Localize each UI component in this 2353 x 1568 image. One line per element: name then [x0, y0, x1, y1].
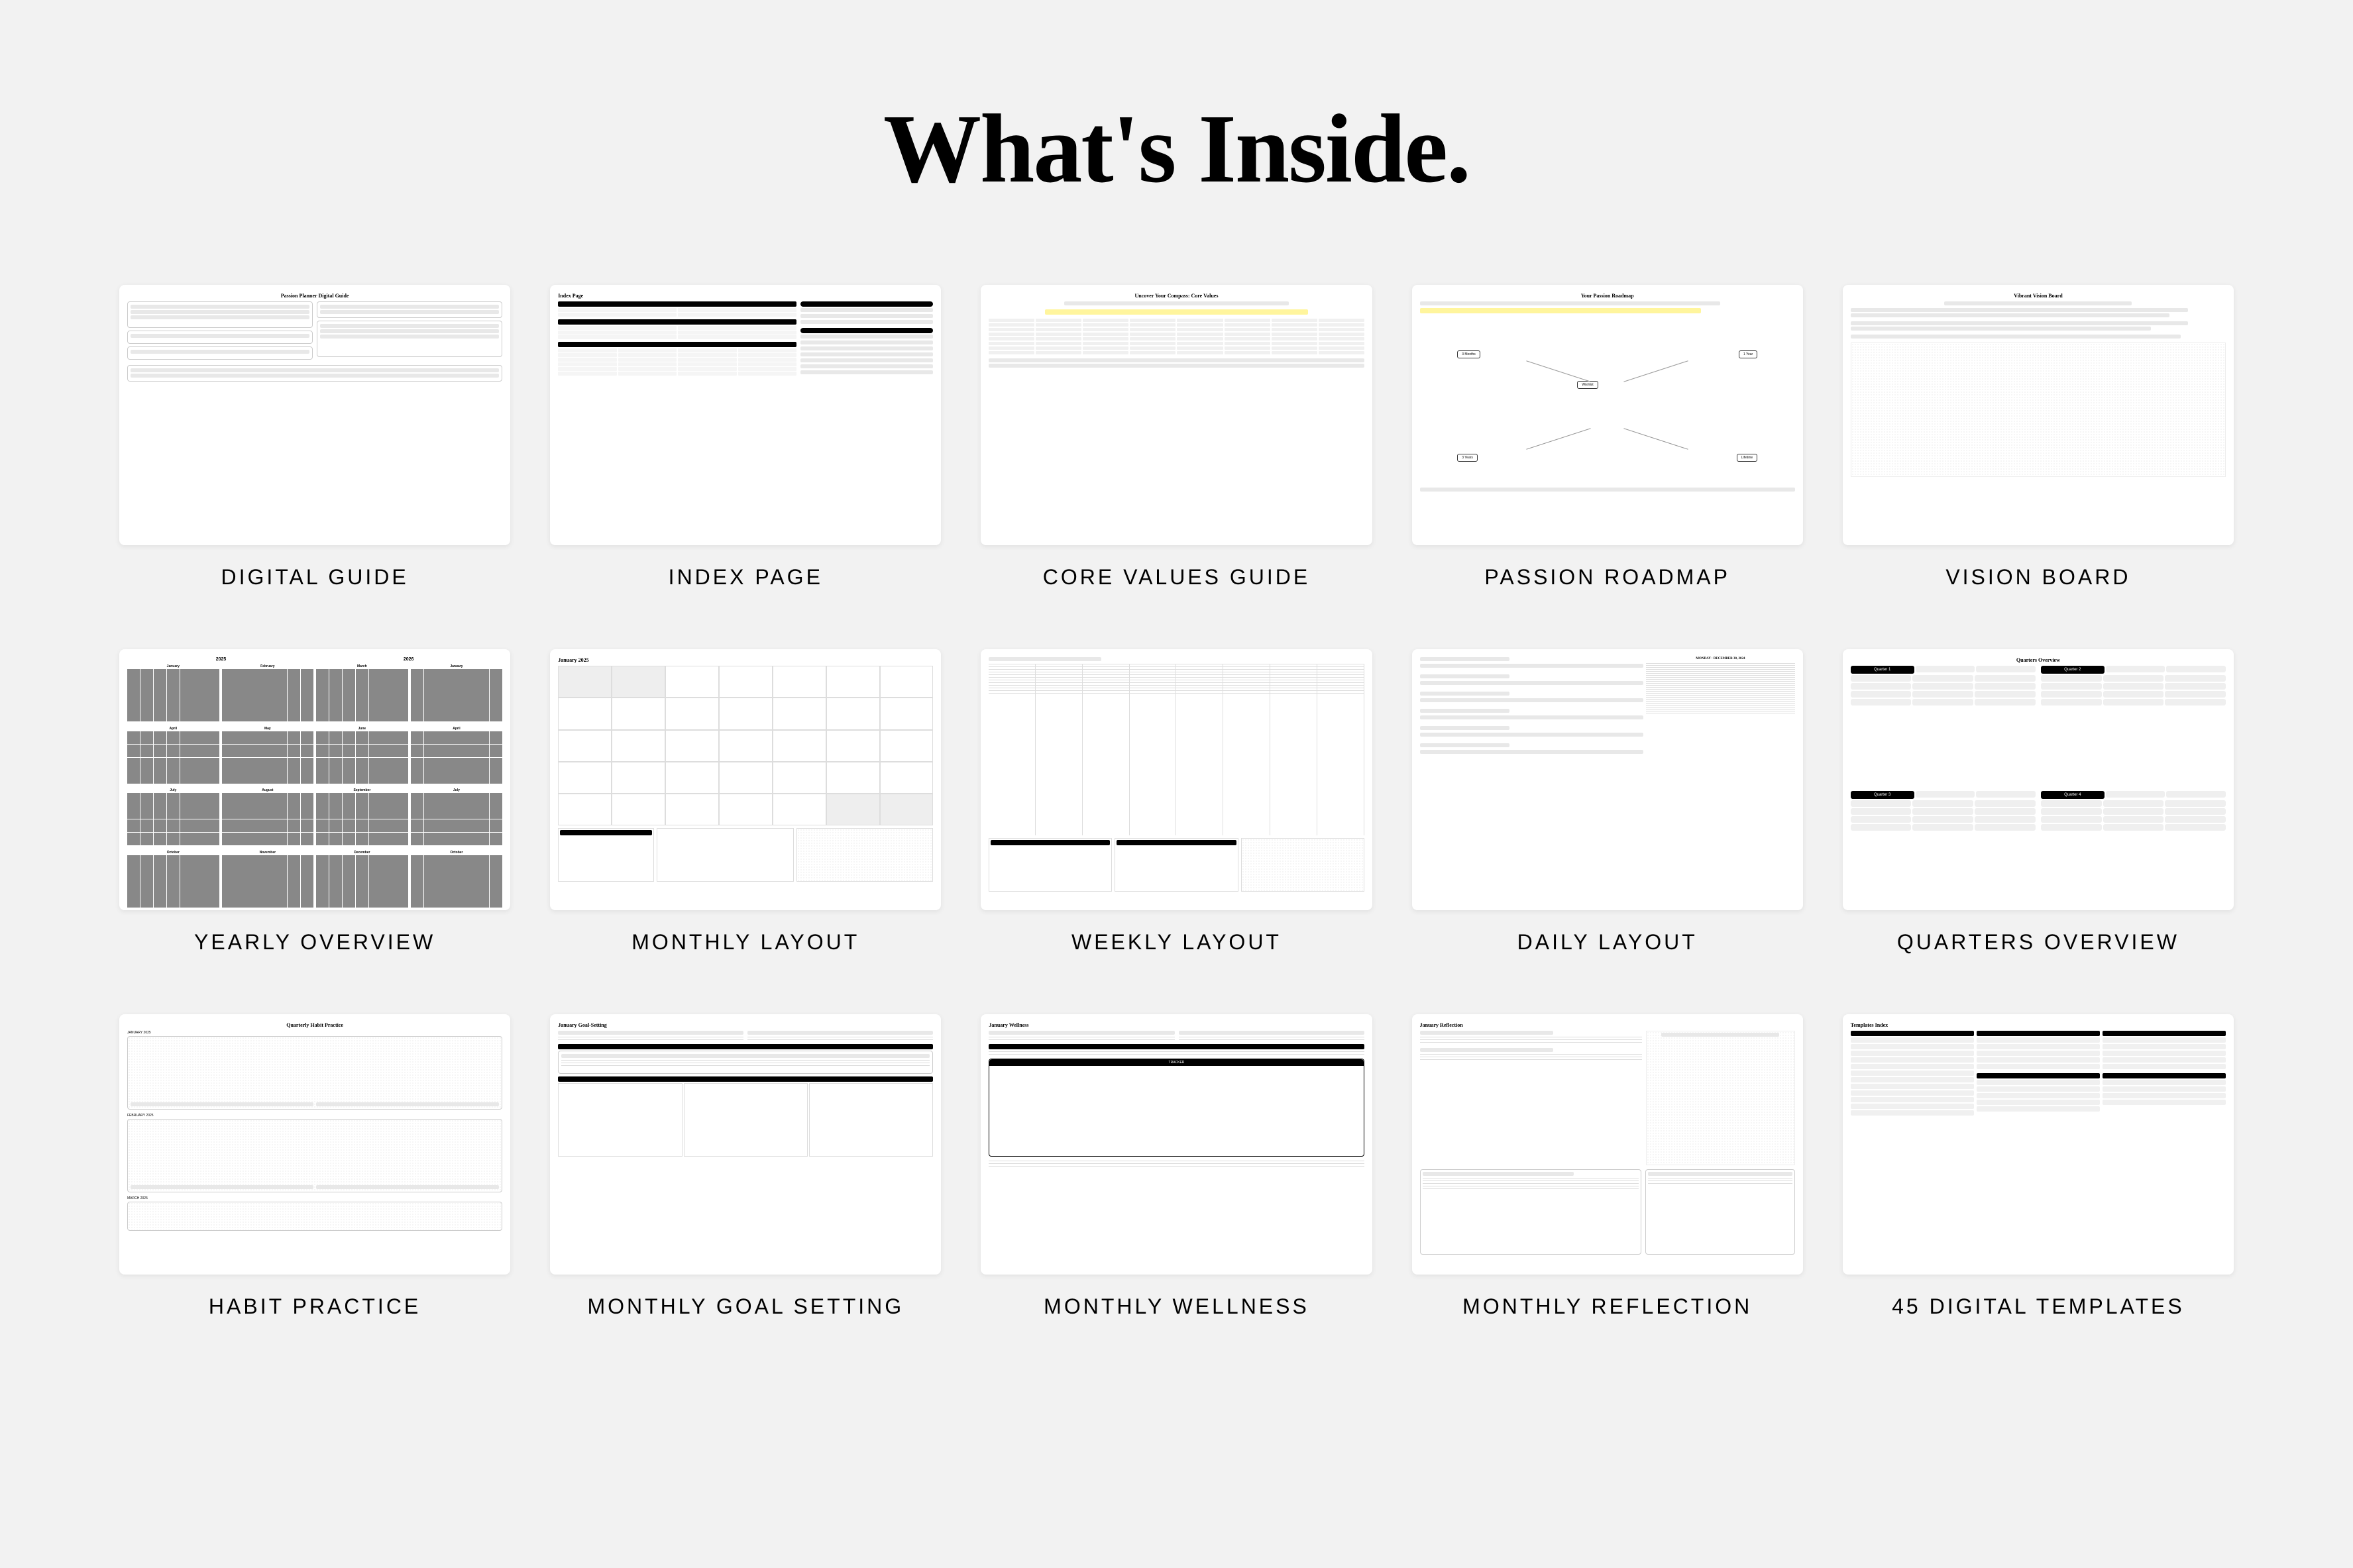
thumb-title: Your Passion Roadmap — [1420, 293, 1795, 299]
item-quarters-overview: Quarters Overview Quarter 1 Quarter 2 — [1843, 649, 2234, 954]
item-weekly-layout: WEEKLY LAYOUT — [981, 649, 1372, 954]
roadmap-node: Lifetime — [1737, 454, 1758, 462]
thumb-title: Uncover Your Compass: Core Values — [989, 293, 1364, 299]
thumb-vision-board: Vibrant Vision Board — [1843, 285, 2234, 545]
thumb-title: January Reflection — [1420, 1022, 1795, 1028]
thumb-title: Templates Index — [1851, 1022, 2226, 1028]
item-reflection: January Reflection — [1412, 1014, 1803, 1319]
item-yearly-overview: 20252026 January February March January … — [119, 649, 510, 954]
roadmap-center: Wishlist — [1577, 381, 1598, 389]
label: YEARLY OVERVIEW — [194, 930, 435, 955]
item-digital-guide: Passion Planner Digital Guide DIGITAL GU… — [119, 285, 510, 590]
thumb-goal-setting: January Goal-Setting — [550, 1014, 941, 1275]
roadmap-node: 3 Months — [1457, 350, 1480, 358]
thumb-title: Index Page — [558, 293, 933, 299]
label: MONTHLY WELLNESS — [1044, 1294, 1309, 1319]
label: WEEKLY LAYOUT — [1071, 930, 1282, 955]
label: MONTHLY LAYOUT — [631, 930, 859, 955]
thumb-title: MONDAY · DECEMBER 30, 2024 — [1646, 657, 1795, 660]
q-header: Quarter 1 — [1851, 666, 1914, 674]
thumb-templates: Templates Index — [1843, 1014, 2234, 1275]
item-vision-board: Vibrant Vision Board VISION BOARD — [1843, 285, 2234, 590]
q-header: Quarter 3 — [1851, 791, 1914, 799]
label: VISION BOARD — [1945, 565, 2130, 590]
q-header: Quarter 4 — [2041, 791, 2105, 799]
thumbnails-grid: Passion Planner Digital Guide DIGITAL GU… — [119, 285, 2234, 1319]
label: CORE VALUES GUIDE — [1043, 565, 1310, 590]
thumb-title: January Goal-Setting — [558, 1022, 933, 1028]
q-header: Quarter 2 — [2041, 666, 2105, 674]
thumb-title: Passion Planner Digital Guide — [127, 293, 502, 299]
thumb-monthly-layout: January 2025 — [550, 649, 941, 910]
item-wellness: January Wellness TRACKER MONTHLY WELLNES… — [981, 1014, 1372, 1319]
label: 45 DIGITAL TEMPLATES — [1892, 1294, 2185, 1319]
label: DAILY LAYOUT — [1517, 930, 1698, 955]
thumb-daily-layout: MONDAY · DECEMBER 30, 2024 — [1412, 649, 1803, 910]
thumb-core-values: Uncover Your Compass: Core Values — [981, 285, 1372, 545]
label: MONTHLY REFLECTION — [1462, 1294, 1752, 1319]
item-habit-practice: Quarterly Habit Practice JANUARY 2025 FE… — [119, 1014, 510, 1319]
label: PASSION ROADMAP — [1484, 565, 1730, 590]
item-index-page: Index Page — [550, 285, 941, 590]
thumb-passion-roadmap: Your Passion Roadmap Wishlist 3 Months 1… — [1412, 285, 1803, 545]
label: HABIT PRACTICE — [209, 1294, 421, 1319]
page-title: What's Inside. — [883, 93, 1470, 205]
item-monthly-layout: January 2025 MONTHLY LAYOUT — [550, 649, 941, 954]
thumb-title: Quarterly Habit Practice — [127, 1022, 502, 1028]
item-passion-roadmap: Your Passion Roadmap Wishlist 3 Months 1… — [1412, 285, 1803, 590]
thumb-index-page: Index Page — [550, 285, 941, 545]
thumb-yearly-overview: 20252026 January February March January … — [119, 649, 510, 910]
item-core-values: Uncover Your Compass: Core Values CORE V… — [981, 285, 1372, 590]
item-goal-setting: January Goal-Setting MONTHLY GOAL SETTIN… — [550, 1014, 941, 1319]
thumb-reflection: January Reflection — [1412, 1014, 1803, 1275]
thumb-quarters-overview: Quarters Overview Quarter 1 Quarter 2 — [1843, 649, 2234, 910]
item-daily-layout: MONDAY · DECEMBER 30, 2024 DAILY LAYOUT — [1412, 649, 1803, 954]
thumb-habit-practice: Quarterly Habit Practice JANUARY 2025 FE… — [119, 1014, 510, 1275]
thumb-title: Quarters Overview — [1851, 657, 2226, 663]
label: QUARTERS OVERVIEW — [1897, 930, 2179, 955]
thumb-title: January 2025 — [558, 657, 933, 663]
roadmap-node: 1 Year — [1739, 350, 1757, 358]
item-templates: Templates Index — [1843, 1014, 2234, 1319]
label: MONTHLY GOAL SETTING — [587, 1294, 904, 1319]
label: DIGITAL GUIDE — [221, 565, 409, 590]
thumb-weekly-layout — [981, 649, 1372, 910]
thumb-title: January Wellness — [989, 1022, 1364, 1028]
thumb-wellness: January Wellness TRACKER — [981, 1014, 1372, 1275]
roadmap-node: 3 Years — [1457, 454, 1478, 462]
thumb-digital-guide: Passion Planner Digital Guide — [119, 285, 510, 545]
thumb-title: Vibrant Vision Board — [1851, 293, 2226, 299]
label: INDEX PAGE — [669, 565, 823, 590]
